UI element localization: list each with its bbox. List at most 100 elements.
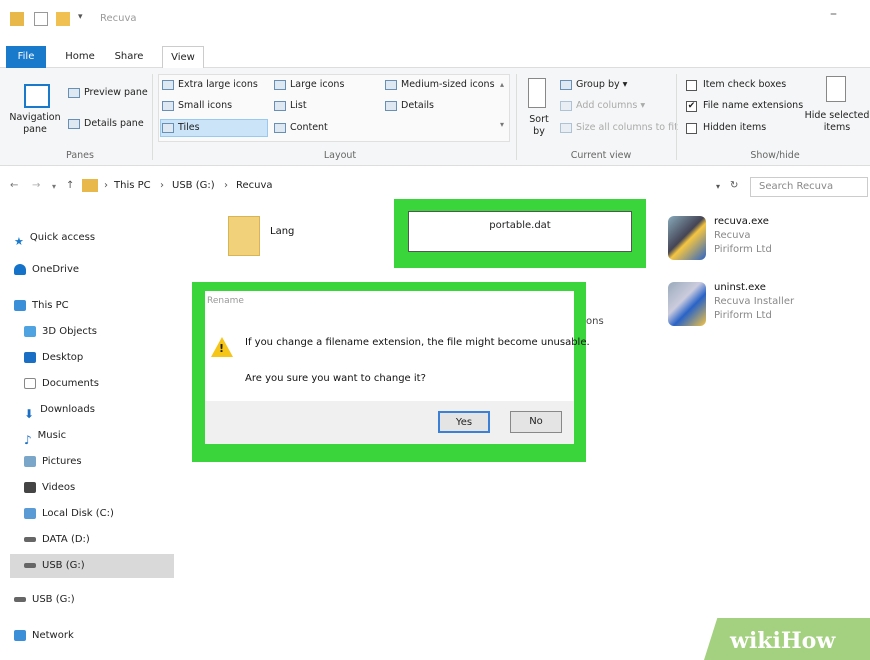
item-check-boxes-label: Item check boxes xyxy=(703,79,787,90)
ribbon-divider xyxy=(676,74,677,160)
file-name-extensions-label: File name extensions xyxy=(703,100,804,111)
folder-icon xyxy=(228,216,260,256)
scroll-up-icon[interactable]: ▴ xyxy=(500,80,504,89)
address-dropdown-icon[interactable]: ▾ xyxy=(716,182,720,191)
size-columns-button[interactable]: Size all columns to fit xyxy=(576,122,678,133)
file-tile-lang[interactable]: Lang xyxy=(228,214,348,264)
search-input[interactable]: Search Recuva xyxy=(750,177,868,197)
rename-input[interactable]: portable.dat xyxy=(408,211,632,252)
group-by-button[interactable]: Group by ▾ xyxy=(576,79,627,90)
sidebar-item-quick-access[interactable]: ★ Quick access xyxy=(14,228,95,248)
sidebar-item-label: Documents xyxy=(42,378,100,389)
chevron-right-icon: › xyxy=(104,180,108,191)
file-description: Recuva xyxy=(714,230,751,241)
sidebar-item-local-disk-c[interactable]: Local Disk (C:) xyxy=(24,504,114,524)
yes-button[interactable]: Yes xyxy=(438,411,490,433)
sort-by-button[interactable]: Sort by xyxy=(524,114,554,138)
small-icons-option[interactable]: Small icons xyxy=(178,100,232,111)
tab-share[interactable]: Share xyxy=(108,46,150,68)
folder-icon xyxy=(10,12,24,26)
tab-file[interactable]: File xyxy=(6,46,46,68)
file-tile-recuva-exe[interactable]: recuva.exe Recuva Piriform Ltd xyxy=(668,214,868,274)
item-check-boxes-checkbox[interactable] xyxy=(686,80,697,91)
sidebar-item-label: Pictures xyxy=(42,456,82,467)
details-icon xyxy=(385,101,397,111)
forward-arrow-icon[interactable]: → xyxy=(32,180,40,191)
large-icons-option[interactable]: Large icons xyxy=(290,79,344,90)
sidebar-item-3d-objects[interactable]: 3D Objects xyxy=(24,322,97,342)
sidebar-item-videos[interactable]: Videos xyxy=(24,478,75,498)
breadcrumb-usb[interactable]: USB (G:) xyxy=(172,180,215,191)
hide-selected-icon[interactable] xyxy=(826,76,846,102)
address-bar: ← → ▾ ↑ › This PC › USB (G:) › Recuva ▾ … xyxy=(0,174,870,200)
breadcrumb-recuva[interactable]: Recuva xyxy=(236,180,273,191)
sidebar-item-documents[interactable]: Documents xyxy=(24,374,99,394)
properties-icon[interactable] xyxy=(34,12,48,26)
sidebar-item-pictures[interactable]: Pictures xyxy=(24,452,82,472)
sidebar-item-downloads[interactable]: ⬇ Downloads xyxy=(24,400,95,421)
tab-home[interactable]: Home xyxy=(58,46,102,68)
large-icons-icon xyxy=(274,80,286,90)
sidebar-item-usb-g-selected[interactable]: USB (G:) xyxy=(10,554,174,578)
breadcrumb-this-pc[interactable]: This PC xyxy=(114,180,151,191)
sidebar-item-label: OneDrive xyxy=(32,264,80,275)
ribbon-divider xyxy=(152,74,153,160)
panes-group-label: Panes xyxy=(66,150,94,161)
sidebar-item-label: Quick access xyxy=(29,232,96,243)
file-name-extensions-checkbox[interactable]: ✔ xyxy=(686,101,697,112)
back-arrow-icon[interactable]: ← xyxy=(10,180,18,191)
medium-icons-option[interactable]: Medium-sized icons xyxy=(401,79,495,90)
small-icons-icon xyxy=(162,101,174,111)
file-tile-uninst-exe[interactable]: uninst.exe Recuva Installer Piriform Ltd xyxy=(668,280,868,340)
no-button[interactable]: No xyxy=(510,411,562,433)
warning-icon-mark: ! xyxy=(219,342,225,355)
recent-locations-icon[interactable]: ▾ xyxy=(52,182,56,191)
refresh-icon[interactable]: ↻ xyxy=(730,180,738,191)
sidebar-item-network[interactable]: Network xyxy=(14,626,74,646)
expand-gallery-icon[interactable]: ▾ xyxy=(500,120,504,129)
partial-file-text: ons xyxy=(586,316,604,327)
group-by-icon xyxy=(560,80,572,90)
window-title: Recuva xyxy=(100,13,137,24)
file-publisher: Piriform Ltd xyxy=(714,310,772,321)
sidebar-item-desktop[interactable]: Desktop xyxy=(24,348,83,368)
wikihow-watermark: wikiHow xyxy=(730,628,836,654)
extra-large-icons-option[interactable]: Extra large icons xyxy=(178,79,258,90)
file-name: Lang xyxy=(270,226,295,237)
details-pane-icon xyxy=(68,119,80,129)
sidebar-item-label: Music xyxy=(37,430,67,441)
sort-by-icon[interactable] xyxy=(528,78,546,108)
navigation-pane-button[interactable]: Navigation pane xyxy=(0,112,70,136)
details-option[interactable]: Details xyxy=(401,100,434,111)
sidebar-item-label: Local Disk (C:) xyxy=(42,508,114,519)
layout-group-label: Layout xyxy=(323,150,357,161)
sidebar-item-label: Desktop xyxy=(42,352,84,363)
sidebar-item-this-pc[interactable]: This PC xyxy=(14,296,69,316)
sidebar-item-label: Network xyxy=(32,630,74,641)
minimize-button[interactable]: – xyxy=(830,6,837,22)
tab-view[interactable]: View xyxy=(162,46,204,68)
new-folder-icon[interactable] xyxy=(56,12,70,26)
sidebar-item-usb-g[interactable]: USB (G:) xyxy=(14,590,75,610)
installer-app-icon xyxy=(668,282,706,326)
sidebar-item-data-d[interactable]: DATA (D:) xyxy=(24,530,90,550)
add-columns-button[interactable]: Add columns ▾ xyxy=(576,100,645,111)
sidebar-item-onedrive[interactable]: OneDrive xyxy=(14,260,79,280)
hide-selected-button[interactable]: Hide selected items xyxy=(804,110,870,134)
tiles-option[interactable]: Tiles xyxy=(178,122,200,133)
tiles-option-selected[interactable] xyxy=(160,119,268,137)
hidden-items-checkbox[interactable] xyxy=(686,123,697,134)
details-pane-button[interactable]: Details pane xyxy=(84,118,144,129)
navigation-pane-icon[interactable] xyxy=(24,84,50,108)
preview-pane-button[interactable]: Preview pane xyxy=(84,87,148,98)
list-option[interactable]: List xyxy=(290,100,307,111)
content-option[interactable]: Content xyxy=(290,122,328,133)
content-icon xyxy=(274,123,286,133)
quick-access-dropdown-icon[interactable]: ▾ xyxy=(78,12,83,22)
sidebar-item-music[interactable]: ♪ Music xyxy=(24,426,67,447)
file-name: recuva.exe xyxy=(714,216,769,227)
chevron-right-icon: › xyxy=(160,180,164,191)
up-arrow-icon[interactable]: ↑ xyxy=(66,180,74,191)
sidebar-item-label: 3D Objects xyxy=(42,326,98,337)
file-publisher: Piriform Ltd xyxy=(714,244,772,255)
